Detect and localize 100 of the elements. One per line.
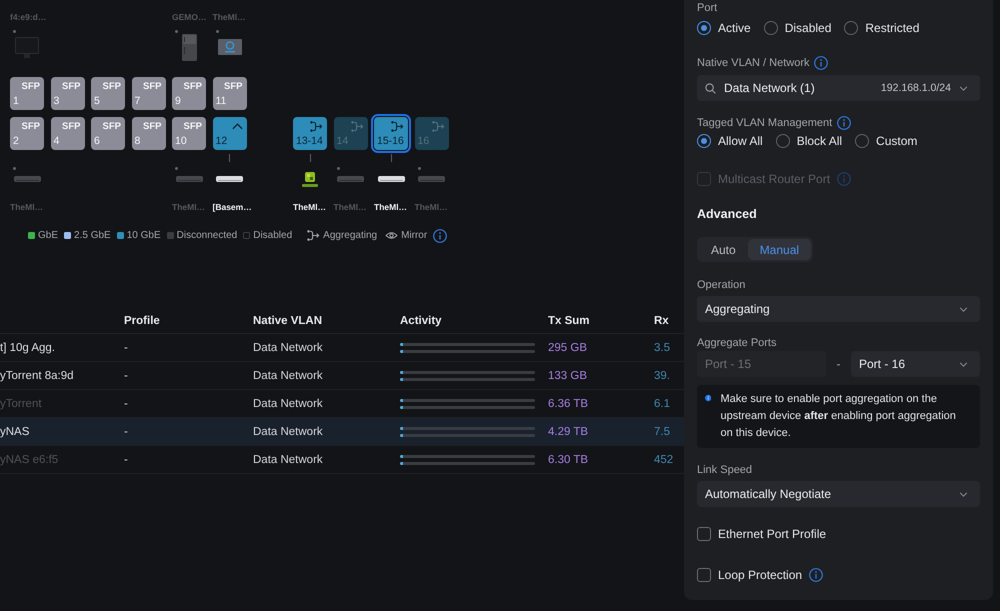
aggregate-icon [310,121,323,132]
option-label: Active [718,21,751,35]
table-cell: - [124,370,128,382]
table-cell: Data Network [253,398,323,410]
port-button[interactable]: SFP 8 [132,117,166,150]
device-label: TheMl… [172,202,206,212]
table-cell: yTorrent [0,398,42,410]
radio-button[interactable] [776,134,790,148]
info-icon[interactable] [814,56,828,70]
device-label: TheMl… [414,202,448,212]
field-label: Aggregate Ports [697,337,776,349]
table-cell: 3.5 [654,342,670,354]
field-label: Tagged VLAN Management [697,117,832,129]
port-button[interactable]: 15-16 [374,117,408,150]
network-dropdown[interactable]: Data Network (1) 192.168.1.0/24 [697,75,980,101]
info-icon[interactable] [433,228,448,242]
table-cell: yTorrent 8a:9d [0,370,74,382]
column-header[interactable]: Activity [400,315,442,327]
device-label: GEMO… [172,12,206,22]
field-label: Native VLAN / Network [697,57,810,69]
status-dot-icon [175,30,178,33]
logo-tile-icon [218,39,242,55]
legend-label: Disabled [253,229,292,242]
option-label: Block All [796,134,842,148]
table-row[interactable]: yTorrent 8a:9d - Data Network 133 GB 39. [0,362,684,390]
aggregate-icon [391,121,404,132]
search-icon [705,82,716,94]
checkbox-label: Multicast Router Port [718,172,830,186]
rack-switch-icon [176,176,202,182]
rack-switch-icon [378,176,404,182]
table-row[interactable]: t] 10g Agg. - Data Network 295 GB 3.5 [0,334,684,362]
column-header[interactable]: Native VLAN [253,315,322,327]
aggregate-icon [307,230,320,241]
mode-tab[interactable]: Manual [748,239,812,260]
aggregate-icon [350,121,364,132]
table-cell: Data Network [253,370,323,382]
checkbox[interactable] [697,527,711,541]
option-label: Disabled [784,21,832,35]
port-button[interactable]: SFP 11 [212,77,246,110]
chevron-down-icon [959,492,968,496]
eye-icon [385,231,398,240]
port-button[interactable]: 12 [212,117,246,150]
table-cell: 39. [654,370,670,382]
radio-button[interactable] [697,21,711,35]
radio-button[interactable] [855,134,870,148]
field-label: Port [697,2,718,14]
cube-logo-icon [302,172,318,186]
radio-button[interactable] [764,21,778,35]
port-button[interactable]: SFP 7 [132,77,166,110]
port-button[interactable]: SFP 9 [172,77,206,110]
table-cell: 295 GB [548,342,587,354]
port-button[interactable]: SFP 5 [91,77,125,110]
port-button[interactable]: SFP 10 [172,117,206,150]
table-cell: - [124,454,128,466]
port-button[interactable]: SFP 3 [50,77,84,110]
port-button[interactable]: 13-14 [293,117,327,150]
radio-button[interactable] [844,21,858,35]
legend-label: GbE [38,229,58,242]
rack-switch-icon [418,176,445,182]
section-title: Advanced [697,206,757,222]
port-button[interactable]: SFP 1 [10,77,44,110]
table-cell: 7.5 [654,426,670,438]
status-dot-icon [418,167,420,170]
range-separator: - [836,357,842,371]
operation-dropdown[interactable]: Aggregating [697,296,980,322]
option-label: Custom [876,134,918,148]
table-cell: 4.29 TB [548,426,588,438]
status-dot-icon [13,167,16,170]
table-cell: t] 10g Agg. [0,342,55,354]
device-label: TheMl… [212,12,246,22]
device-label: TheMl… [334,202,367,212]
option-label: Restricted [865,21,920,35]
radio-button[interactable] [697,134,711,148]
device-label: TheMl… [293,202,326,212]
table-row[interactable]: yNAS e6:f5 - Data Network 6.30 TB 452 [0,446,684,474]
column-header[interactable]: Profile [124,315,160,327]
option-label: Allow All [718,134,763,148]
table-cell: Data Network [253,454,323,466]
table-cell: 133 GB [548,370,587,382]
mode-tab[interactable]: Auto [699,239,748,260]
legend-label: 10 GbE [126,229,161,242]
rack-switch-icon [216,176,243,182]
info-icon[interactable] [809,568,824,582]
column-header[interactable]: Rx [654,315,669,327]
table-cell: Data Network [253,426,323,438]
table-row[interactable]: yNAS - Data Network 4.29 TB 7.5 [0,418,684,446]
port-button[interactable]: SFP 6 [91,117,125,150]
column-header[interactable]: Tx Sum [548,315,590,327]
link-speed-dropdown[interactable]: Automatically Negotiate [697,481,980,507]
port-dropdown[interactable]: Port - 16 [851,351,980,377]
info-icon[interactable] [837,116,852,130]
port-button[interactable]: SFP 2 [10,117,44,150]
checkbox[interactable] [697,568,711,582]
refrigerator-icon [182,34,196,60]
port-button[interactable]: SFP 4 [50,117,84,150]
status-dot-icon [13,30,16,33]
link-line [390,154,392,162]
dropdown-value: Data Network (1) [724,81,816,95]
legend-label: Disconnected [176,229,238,242]
rack-switch-icon [337,176,364,182]
